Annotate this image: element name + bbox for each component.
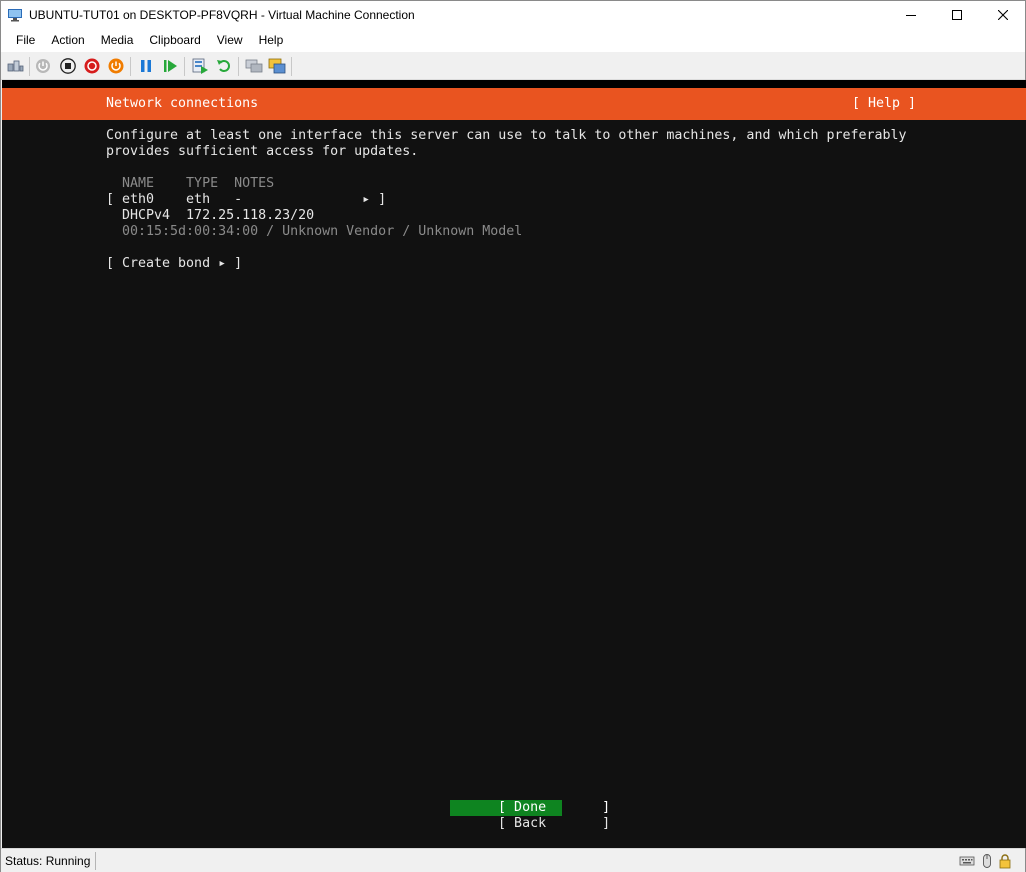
help-button[interactable]: [ Help ] — [852, 96, 916, 112]
menu-bar: File Action Media Clipboard View Help — [1, 29, 1025, 52]
toolbar-separator — [130, 57, 131, 76]
lock-icon — [997, 853, 1013, 869]
toolbar — [1, 52, 1025, 80]
share-icon[interactable] — [268, 57, 286, 75]
interface-address: DHCPv4 172.25.118.23/20 — [106, 208, 315, 223]
checkpoint-icon[interactable] — [191, 57, 209, 75]
description-line-1: Configure at least one interface this se… — [106, 128, 907, 143]
status-separator — [95, 852, 96, 870]
done-button-label: [ Done ] — [498, 800, 611, 815]
minimize-button[interactable] — [888, 1, 934, 29]
close-button[interactable] — [980, 1, 1026, 29]
menu-media[interactable]: Media — [93, 29, 142, 52]
title-bar: UBUNTU-TUT01 on DESKTOP-PF8VQRH - Virtua… — [1, 1, 1025, 29]
toolbar-separator — [238, 57, 239, 76]
toolbar-separator — [29, 57, 30, 76]
status-text: Status: Running — [5, 854, 91, 868]
turn-off-icon[interactable] — [59, 57, 77, 75]
description-line-2: provides sufficient access for updates. — [106, 144, 419, 159]
installer-header: Network connections [ Help ] — [2, 88, 1026, 120]
back-button-label: [ Back ] — [498, 816, 611, 831]
minimize-icon — [906, 15, 916, 16]
page-title: Network connections — [106, 96, 259, 111]
keyboard-icon — [959, 853, 975, 869]
mouse-icon — [979, 853, 995, 869]
menu-view[interactable]: View — [209, 29, 251, 52]
menu-action[interactable]: Action — [43, 29, 92, 52]
enhanced-session-icon[interactable] — [245, 57, 263, 75]
pause-icon[interactable] — [137, 57, 155, 75]
interface-row-eth0[interactable]: [ eth0 eth - ▸ ] — [106, 192, 386, 208]
interface-hardware-info: 00:15:5d:00:34:00 / Unknown Vendor / Unk… — [106, 224, 523, 239]
console-top-strip — [2, 80, 1026, 88]
menu-clipboard[interactable]: Clipboard — [141, 29, 208, 52]
start-icon[interactable] — [34, 57, 52, 75]
toolbar-separator — [184, 57, 185, 76]
status-bar: Status: Running — [1, 848, 1025, 872]
interface-table-header: NAME TYPE NOTES — [106, 176, 275, 191]
save-icon[interactable] — [107, 57, 125, 75]
vm-console-screen[interactable]: Network connections [ Help ] Configure a… — [2, 80, 1026, 848]
maximize-button[interactable] — [934, 1, 980, 29]
vm-connection-window: UBUNTU-TUT01 on DESKTOP-PF8VQRH - Virtua… — [0, 0, 1026, 872]
back-button[interactable]: [ Back ] — [450, 816, 610, 832]
menu-file[interactable]: File — [8, 29, 43, 52]
done-button[interactable]: [ Done ] — [450, 800, 610, 816]
revert-icon[interactable] — [215, 57, 233, 75]
vm-connection-app-icon — [7, 7, 23, 23]
maximize-icon — [952, 10, 962, 20]
resume-icon[interactable] — [161, 57, 179, 75]
create-bond-button[interactable]: [ Create bond ▸ ] — [106, 256, 242, 272]
shutdown-icon[interactable] — [83, 57, 101, 75]
window-title: UBUNTU-TUT01 on DESKTOP-PF8VQRH - Virtua… — [29, 8, 415, 22]
toolbar-separator — [291, 57, 292, 76]
menu-help[interactable]: Help — [251, 29, 292, 52]
ctrl-alt-del-icon[interactable] — [6, 57, 24, 75]
close-icon — [998, 10, 1008, 20]
